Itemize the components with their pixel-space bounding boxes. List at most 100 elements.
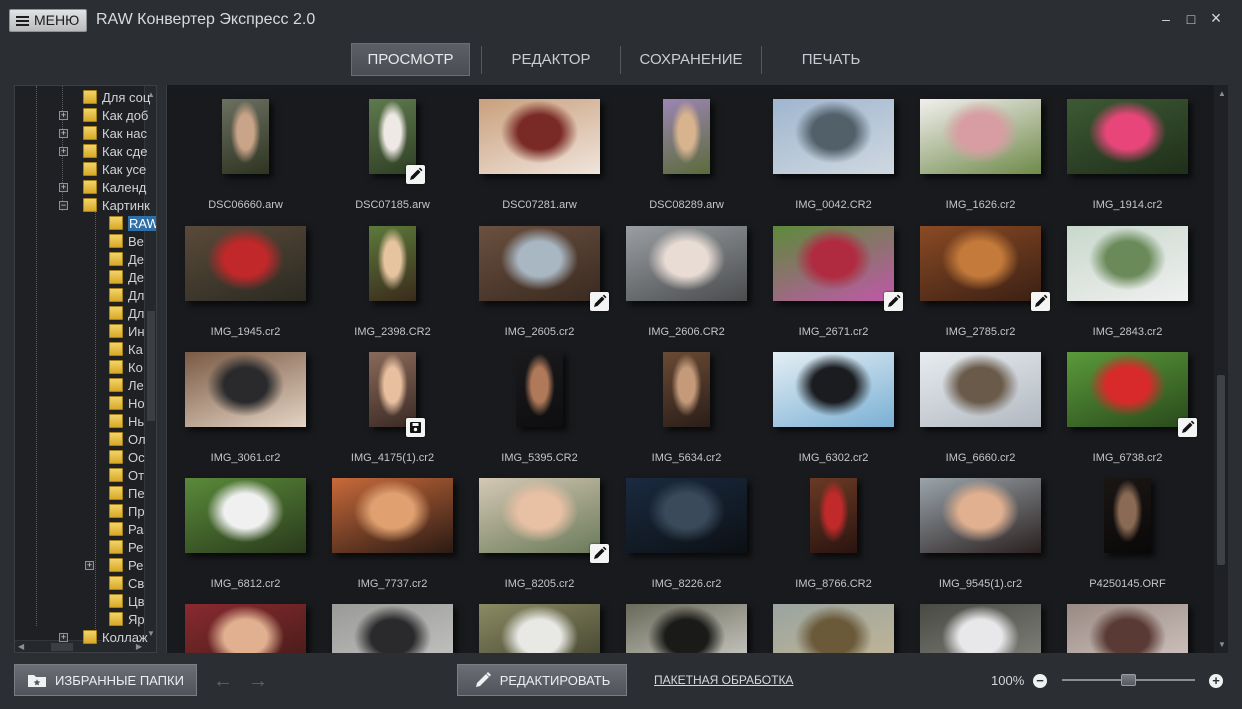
photo-thumbnail[interactable]: DSC07281.arw — [478, 98, 620, 224]
tree-folder-item[interactable]: Нь — [109, 412, 144, 430]
tree-folder-item[interactable]: Де — [109, 250, 144, 268]
tree-folder-item[interactable]: Ра — [109, 520, 143, 538]
photo-thumbnail[interactable]: IMG_6812.cr2 — [184, 477, 326, 603]
tree-folder-item[interactable]: Ин — [109, 322, 145, 340]
tree-folder-item[interactable]: Ве — [109, 232, 144, 250]
photo-thumbnail[interactable]: IMG_2671.cr2 — [772, 225, 914, 351]
expand-icon[interactable]: + — [85, 561, 94, 570]
tree-folder-item[interactable]: Ре — [109, 556, 143, 574]
close-icon[interactable]: × — [1208, 8, 1224, 29]
tree-folder-item[interactable]: Как доб — [83, 106, 148, 124]
photo-thumbnail[interactable]: IMG_2606.CR2 — [625, 225, 767, 351]
photo-thumbnail[interactable]: IMG_2843.cr2 — [1066, 225, 1208, 351]
photo-thumbnail[interactable]: DSC07185.arw — [331, 98, 473, 224]
tree-folder-item[interactable]: RAW — [109, 214, 156, 232]
photo-thumbnail[interactable] — [478, 603, 620, 653]
tree-folder-item[interactable]: Пе — [109, 484, 145, 502]
tree-folder-item[interactable]: Дл — [109, 304, 144, 322]
photo-thumbnail[interactable] — [919, 603, 1061, 653]
menu-button[interactable]: МЕНЮ — [9, 9, 87, 32]
maximize-icon[interactable]: □ — [1183, 11, 1199, 27]
tree-folder-item[interactable]: Как усе — [83, 160, 146, 178]
scrollbar-thumb[interactable] — [51, 643, 73, 651]
tree-folder-item[interactable]: Св — [109, 574, 144, 592]
edit-button[interactable]: РЕДАКТИРОВАТЬ — [457, 664, 627, 696]
scroll-down-icon[interactable]: ▼ — [1218, 640, 1226, 649]
tree-folder-item[interactable]: Де — [109, 268, 144, 286]
tab-save[interactable]: СОХРАНЕНИЕ — [621, 43, 761, 76]
photo-thumbnail[interactable]: DSC08289.arw — [625, 98, 767, 224]
zoom-out-button[interactable]: − — [1033, 674, 1047, 688]
photo-thumbnail[interactable]: IMG_9545(1).cr2 — [919, 477, 1061, 603]
tree-folder-item[interactable]: Яр — [109, 610, 145, 628]
scroll-up-icon[interactable]: ▲ — [1218, 89, 1226, 98]
folder-tree[interactable]: ▲ ▼ ◀ ▶ Для соц Как доб + Как нас + Как сде + К… — [14, 85, 157, 653]
photo-thumbnail[interactable]: IMG_5634.cr2 — [625, 351, 767, 477]
expand-icon[interactable]: + — [59, 147, 68, 156]
photo-thumbnail[interactable] — [1066, 603, 1208, 653]
photo-thumbnail[interactable]: IMG_6660.cr2 — [919, 351, 1061, 477]
photo-thumbnail[interactable]: IMG_8205.cr2 — [478, 477, 620, 603]
tree-folder-item[interactable]: Ка — [109, 340, 143, 358]
expand-icon[interactable]: + — [59, 633, 68, 642]
photo-thumbnail[interactable] — [625, 603, 767, 653]
tree-folder-item[interactable]: Ос — [109, 448, 145, 466]
tree-folder-item[interactable]: Для соц — [83, 88, 150, 106]
tree-folder-item[interactable]: Картинк — [83, 196, 150, 214]
photo-thumbnail[interactable]: IMG_6302.cr2 — [772, 351, 914, 477]
photo-thumbnail[interactable]: IMG_4175(1).cr2 — [331, 351, 473, 477]
tree-folder-item[interactable]: Но — [109, 394, 145, 412]
tree-folder-item[interactable]: Как сде — [83, 142, 147, 160]
tree-folder-item[interactable]: Пр — [109, 502, 145, 520]
tab-editor[interactable]: РЕДАКТОР — [482, 43, 620, 76]
scrollbar-thumb[interactable] — [1217, 375, 1225, 565]
tree-folder-item[interactable]: Ко — [109, 358, 143, 376]
photo-thumbnail[interactable]: IMG_5395.CR2 — [478, 351, 620, 477]
tab-print[interactable]: ПЕЧАТЬ — [762, 43, 900, 76]
gallery-scrollbar[interactable]: ▲ ▼ — [1214, 85, 1228, 653]
photo-thumbnail[interactable]: IMG_8226.cr2 — [625, 477, 767, 603]
scrollbar-thumb[interactable] — [147, 311, 155, 421]
tree-folder-item[interactable]: Ре — [109, 538, 143, 556]
photo-thumbnail[interactable] — [772, 603, 914, 653]
scroll-left-icon[interactable]: ◀ — [18, 642, 24, 651]
tree-folder-item[interactable]: Календ — [83, 178, 146, 196]
photo-thumbnail[interactable]: IMG_1945.cr2 — [184, 225, 326, 351]
collapse-icon[interactable]: − — [59, 201, 68, 210]
photo-thumbnail[interactable]: IMG_6738.cr2 — [1066, 351, 1208, 477]
photo-thumbnail[interactable]: IMG_7737.cr2 — [331, 477, 473, 603]
photo-thumbnail[interactable]: IMG_3061.cr2 — [184, 351, 326, 477]
forward-arrow-icon[interactable]: → — [248, 670, 268, 693]
photo-thumbnail[interactable] — [184, 603, 326, 653]
photo-thumbnail[interactable]: IMG_1914.cr2 — [1066, 98, 1208, 224]
photo-image — [332, 604, 453, 653]
tree-folder-item[interactable]: Ле — [109, 376, 144, 394]
zoom-slider-handle[interactable] — [1121, 674, 1136, 686]
tree-folder-item[interactable]: Дл — [109, 286, 144, 304]
photo-thumbnail[interactable]: DSC06660.arw — [184, 98, 326, 224]
expand-icon[interactable]: + — [59, 111, 68, 120]
zoom-in-button[interactable]: + — [1209, 674, 1223, 688]
batch-processing-link[interactable]: ПАКЕТНАЯ ОБРАБОТКА — [654, 673, 793, 687]
expand-icon[interactable]: + — [59, 183, 68, 192]
photo-thumbnail[interactable]: IMG_2785.cr2 — [919, 225, 1061, 351]
tree-folder-item[interactable]: Цв — [109, 592, 145, 610]
photo-thumbnail[interactable]: IMG_2398.CR2 — [331, 225, 473, 351]
photo-thumbnail[interactable]: IMG_8766.CR2 — [772, 477, 914, 603]
favorite-folders-button[interactable]: ИЗБРАННЫЕ ПАПКИ — [14, 664, 197, 696]
photo-thumbnail[interactable]: IMG_2605.cr2 — [478, 225, 620, 351]
photo-thumbnail[interactable]: P4250145.ORF — [1066, 477, 1208, 603]
tab-view[interactable]: ПРОСМОТР — [351, 43, 470, 76]
tree-folder-item[interactable]: Ол — [109, 430, 146, 448]
tree-folder-item[interactable]: Коллаж — [83, 628, 148, 646]
menu-label: МЕНЮ — [34, 12, 80, 28]
tree-folder-item[interactable]: Как нас — [83, 124, 147, 142]
photo-thumbnail[interactable] — [331, 603, 473, 653]
minimize-icon[interactable]: – — [1158, 11, 1174, 27]
back-arrow-icon[interactable]: ← — [213, 670, 233, 693]
photo-thumbnail[interactable]: IMG_0042.CR2 — [772, 98, 914, 224]
tree-folder-item[interactable]: От — [109, 466, 144, 484]
scroll-down-icon[interactable]: ▼ — [147, 629, 155, 638]
photo-thumbnail[interactable]: IMG_1626.cr2 — [919, 98, 1061, 224]
expand-icon[interactable]: + — [59, 129, 68, 138]
